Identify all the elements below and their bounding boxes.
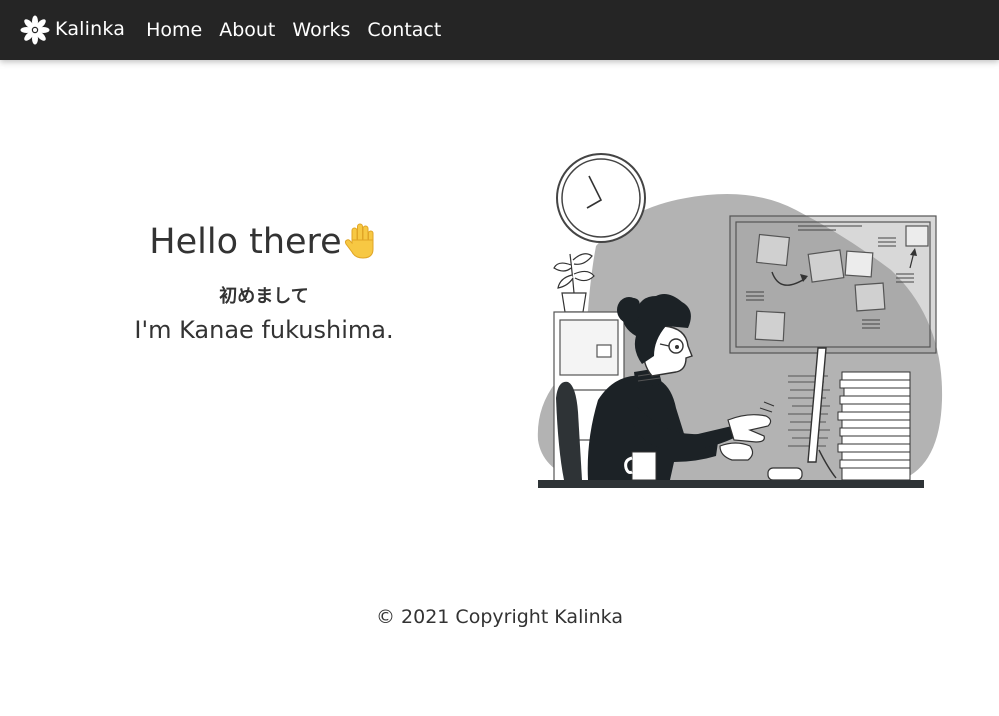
flower-logo-icon <box>20 15 50 45</box>
nav-link-home[interactable]: Home <box>146 19 202 41</box>
hero-greeting: Hello there <box>149 222 342 262</box>
brand-link[interactable]: Kalinka <box>20 0 125 60</box>
plant-icon <box>553 253 595 313</box>
hero-introduction: I'm Kanae fukushima. <box>134 316 394 344</box>
desk-surface <box>538 480 924 488</box>
clock-icon <box>556 153 646 243</box>
raised-hand-icon <box>344 223 374 259</box>
nav-link-contact[interactable]: Contact <box>367 19 441 41</box>
brand-name: Kalinka <box>55 18 126 40</box>
hero-intro: Hello there 初めまして I'm Kanae fukushima. <box>114 218 414 345</box>
footer-copyright: © 2021 Copyright Kalinka <box>376 606 623 628</box>
pin-board <box>729 215 937 354</box>
paper-stack <box>837 371 911 481</box>
nav-link-about[interactable]: About <box>219 19 275 41</box>
woman-working-at-desk-illustration <box>537 153 943 488</box>
hero-heading: Hello there <box>114 218 414 266</box>
navbar: Kalinka Home About Works Contact <box>0 0 999 60</box>
nav-link-works[interactable]: Works <box>292 19 350 41</box>
hero-japanese-greeting: 初めまして <box>219 286 309 307</box>
nav-links: Home About Works Contact <box>146 19 458 41</box>
